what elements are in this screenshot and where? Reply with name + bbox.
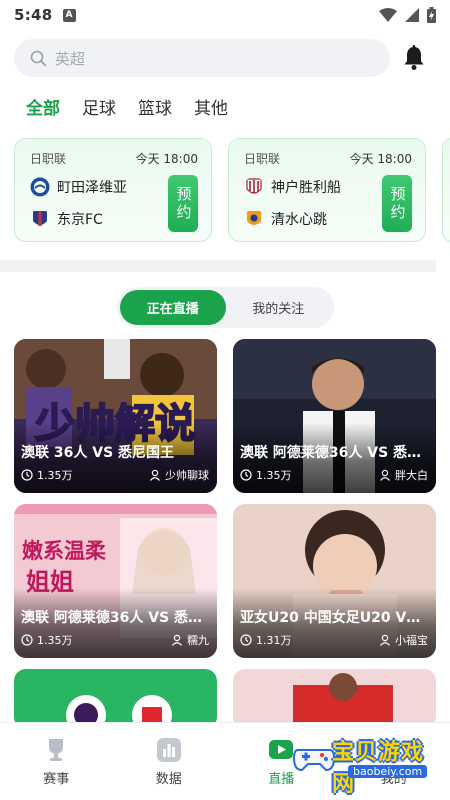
match-time: 今天 18:00 xyxy=(349,152,412,166)
stream-thumbnail xyxy=(233,669,436,729)
away-team: 清水心跳 xyxy=(244,209,327,229)
home-team-name: 神户胜利船 xyxy=(271,180,341,196)
team-badge-icon xyxy=(30,177,50,197)
clock-icon xyxy=(240,469,252,481)
clock-icon xyxy=(21,469,33,481)
stream-card[interactable]: 澳联 阿德莱德36人 VS 悉尼国王 1.35万 胖大白 xyxy=(233,339,436,493)
stream-card[interactable]: 少帅解说 澳联 36人 VS 悉尼国王 1.35万 少帅聊球 xyxy=(14,339,217,493)
gamepad-icon xyxy=(292,749,336,772)
nav-label: 数据 xyxy=(155,772,182,787)
user-icon xyxy=(380,634,390,646)
view-count: 1.35万 xyxy=(37,634,73,647)
home-team: 町田泽维亚 xyxy=(30,177,127,197)
search-input[interactable]: 英超 xyxy=(14,39,390,77)
stream-card[interactable]: 亚女U20 中国女足U20 VS 越南女足U20 1.31万 小福宝 xyxy=(233,504,436,658)
stream-thumbnail xyxy=(14,669,217,729)
host-name: 糯九 xyxy=(187,634,209,647)
battery-icon xyxy=(427,7,436,23)
views: 1.31万 xyxy=(240,632,292,648)
signal-icon xyxy=(405,8,419,22)
view-count: 1.35万 xyxy=(256,469,292,482)
bar-chart-icon xyxy=(156,738,181,762)
stream-card-partial[interactable] xyxy=(233,669,436,729)
site-watermark: 宝贝游戏网 baobeiy.com xyxy=(292,732,430,797)
tab-other[interactable]: 其他 xyxy=(194,94,228,119)
views: 1.35万 xyxy=(240,467,292,483)
host: 小福宝 xyxy=(379,632,428,648)
nav-data[interactable]: 数据 xyxy=(113,723,226,800)
views: 1.35万 xyxy=(21,632,73,648)
team-badge-icon xyxy=(247,211,261,225)
home-team-name: 町田泽维亚 xyxy=(57,180,127,196)
stream-meta: 1.35万 胖大白 xyxy=(240,467,428,483)
match-card-partial[interactable] xyxy=(442,138,450,242)
user-icon xyxy=(380,469,390,481)
view-count: 1.35万 xyxy=(37,469,73,482)
clock-icon xyxy=(21,634,33,646)
stream-title: 澳联 阿德莱德36人 VS 悉尼国王 xyxy=(240,445,430,461)
stream-title: 澳联 36人 VS 悉尼国王 xyxy=(21,445,175,461)
stream-card-partial[interactable] xyxy=(14,669,217,729)
bell-icon[interactable] xyxy=(402,45,426,71)
tab-football[interactable]: 足球 xyxy=(82,94,116,119)
view-count: 1.31万 xyxy=(256,634,292,647)
match-card[interactable]: 日职联 今天 18:00 神户胜利船 清水心跳 预约 xyxy=(228,138,426,242)
tab-following[interactable]: 我的关注 xyxy=(226,290,332,325)
tab-basketball[interactable]: 篮球 xyxy=(138,94,172,119)
clock-icon xyxy=(240,634,252,646)
nav-label: 赛事 xyxy=(43,772,70,787)
host-name: 少帅聊球 xyxy=(165,469,209,482)
tab-all[interactable]: 全部 xyxy=(26,94,60,119)
status-icons xyxy=(379,7,436,23)
match-card[interactable]: 日职联 今天 18:00 町田泽维亚 东京FC 预约 xyxy=(14,138,212,242)
away-team-name: 东京FC xyxy=(57,212,103,228)
host-name: 小福宝 xyxy=(395,634,428,647)
search-icon xyxy=(30,50,47,66)
host-name: 胖大白 xyxy=(395,469,428,482)
host: 少帅聊球 xyxy=(149,467,209,483)
status-time: 5:48 xyxy=(14,6,53,24)
wifi-icon xyxy=(379,8,397,22)
live-segmented-control: 正在直播 我的关注 xyxy=(117,287,334,328)
search-placeholder: 英超 xyxy=(55,49,86,68)
host: 糯九 xyxy=(171,632,209,648)
sport-tabs: 全部 足球 篮球 其他 xyxy=(26,94,228,119)
stream-meta: 1.35万 糯九 xyxy=(21,632,209,648)
trophy-icon xyxy=(49,739,64,761)
match-league: 日职联 xyxy=(30,152,67,166)
stream-title: 澳联 阿德莱德36人 VS 悉尼国王 xyxy=(21,610,211,626)
host: 胖大白 xyxy=(379,467,428,483)
live-tv-icon xyxy=(269,740,294,759)
stream-meta: 1.31万 小福宝 xyxy=(240,632,428,648)
reserve-button[interactable]: 预约 xyxy=(382,175,412,232)
stream-grid: 少帅解说 澳联 36人 VS 悉尼国王 1.35万 少帅聊球 澳联 阿德莱德36… xyxy=(14,339,436,729)
away-team-name: 清水心跳 xyxy=(271,212,327,228)
user-icon xyxy=(172,634,182,646)
section-divider xyxy=(0,260,436,272)
user-icon xyxy=(150,469,160,481)
status-bar: 5:48 A xyxy=(0,0,450,30)
views: 1.35万 xyxy=(21,467,73,483)
nav-label: 直播 xyxy=(268,772,295,787)
app-notification-icon: A xyxy=(62,8,76,22)
tab-live-now[interactable]: 正在直播 xyxy=(120,290,226,325)
home-team: 神户胜利船 xyxy=(244,177,341,197)
stream-card[interactable]: 嫩系温柔 姐姐 澳联 阿德莱德36人 VS 悉尼国王 1.35万 糯九 xyxy=(14,504,217,658)
team-badge-icon xyxy=(33,211,47,226)
nav-events[interactable]: 赛事 xyxy=(0,723,113,800)
stream-title: 亚女U20 中国女足U20 VS 越南女足U20 xyxy=(240,610,430,626)
stream-meta: 1.35万 少帅聊球 xyxy=(21,467,209,483)
away-team: 东京FC xyxy=(30,209,103,229)
match-card-list[interactable]: 日职联 今天 18:00 町田泽维亚 东京FC 预约 日职联 今天 18:00 … xyxy=(14,138,450,244)
reserve-button[interactable]: 预约 xyxy=(168,175,198,232)
team-badge-icon xyxy=(246,178,262,194)
match-league: 日职联 xyxy=(244,152,281,166)
watermark-url: baobeiy.com xyxy=(348,765,428,778)
search-row: 英超 xyxy=(14,38,436,78)
stream-overlay-text: 嫩系温柔 xyxy=(22,539,107,563)
match-time: 今天 18:00 xyxy=(135,152,198,166)
